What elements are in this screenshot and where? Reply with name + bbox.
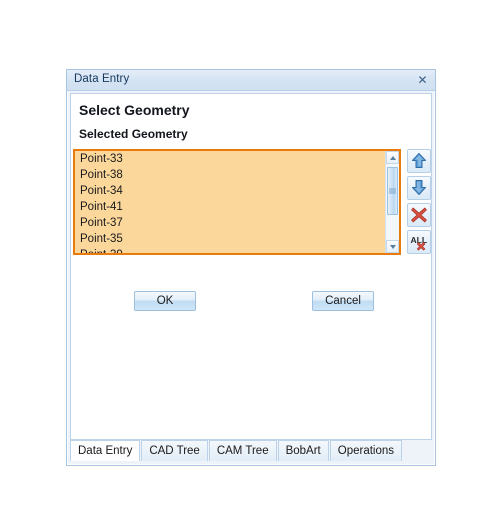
list-item[interactable]: Point-39 <box>75 247 385 253</box>
list-item[interactable]: Point-37 <box>75 215 385 231</box>
section-label-selected-geometry: Selected Geometry <box>79 127 188 141</box>
ok-button[interactable]: OK <box>134 291 196 311</box>
scrollbar-grip <box>389 188 396 195</box>
red-x-icon <box>411 207 427 223</box>
arrow-up-icon <box>412 153 426 168</box>
list-item[interactable]: Point-35 <box>75 231 385 247</box>
delete-all-button[interactable]: ALL <box>407 230 431 254</box>
cancel-button[interactable]: Cancel <box>312 291 374 311</box>
side-button-column: ALL <box>407 149 433 257</box>
scrollbar-thumb[interactable] <box>387 167 398 215</box>
move-up-button[interactable] <box>407 149 431 173</box>
list-item[interactable]: Point-41 <box>75 199 385 215</box>
triangle-down-icon[interactable] <box>386 240 399 253</box>
move-down-button[interactable] <box>407 176 431 200</box>
dialog-client-area: Select Geometry Selected Geometry Point-… <box>70 93 432 440</box>
list-item[interactable]: Point-34 <box>75 183 385 199</box>
dialog-title: Data Entry <box>74 73 130 85</box>
bottom-tab-strip: Data Entry CAD Tree CAM Tree BobArt Oper… <box>70 440 432 461</box>
tab-cad-tree[interactable]: CAD Tree <box>141 440 208 461</box>
page-title: Select Geometry <box>79 102 190 118</box>
data-entry-dialog: Data Entry ✕ Select Geometry Selected Ge… <box>66 69 436 466</box>
tab-data-entry[interactable]: Data Entry <box>70 440 141 461</box>
tab-bobart[interactable]: BobArt <box>277 440 329 461</box>
delete-button[interactable] <box>407 203 431 227</box>
listbox-scrollbar[interactable] <box>385 151 399 253</box>
list-item[interactable]: Point-38 <box>75 167 385 183</box>
tab-operations[interactable]: Operations <box>329 440 403 461</box>
selected-geometry-listbox[interactable]: Point-33 Point-38 Point-34 Point-41 Poin… <box>73 149 401 255</box>
triangle-up-icon[interactable] <box>386 151 399 164</box>
geometry-list[interactable]: Point-33 Point-38 Point-34 Point-41 Poin… <box>75 151 385 253</box>
all-red-x-icon: ALL <box>411 235 427 251</box>
tab-cam-tree[interactable]: CAM Tree <box>208 440 277 461</box>
dialog-title-bar[interactable]: Data Entry ✕ <box>67 70 435 91</box>
arrow-down-icon <box>412 180 426 195</box>
close-icon[interactable]: ✕ <box>414 72 431 88</box>
list-item[interactable]: Point-33 <box>75 151 385 167</box>
